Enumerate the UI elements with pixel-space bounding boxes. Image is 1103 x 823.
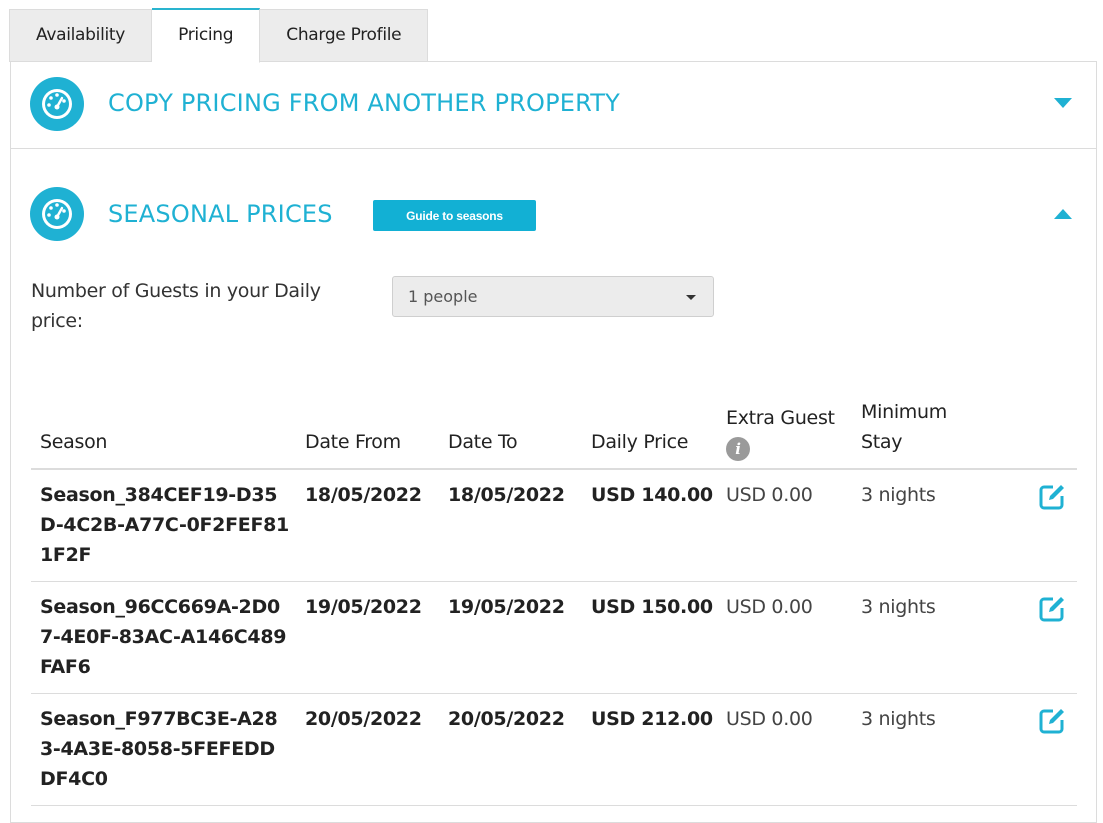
edit-icon[interactable] — [1037, 594, 1067, 624]
season-name: Season_96CC669A-2D07-4E0F-83AC-A146C489F… — [40, 596, 287, 678]
minimum-stay: 3 nights — [861, 708, 936, 730]
date-to: 18/05/2022 — [448, 484, 565, 506]
tab-availability[interactable]: Availability — [9, 9, 153, 62]
daily-price: USD 140.00 — [591, 484, 713, 506]
table-row: Season_384CEF19-D35D-4C2B-A77C-0F2FEF811… — [31, 470, 1077, 582]
pricing-panel: COPY PRICING FROM ANOTHER PROPERTY SEASO… — [10, 61, 1097, 823]
header-minimum-stay: Minimum Stay — [861, 401, 947, 453]
header-extra-guest-label: Extra Guest — [726, 407, 835, 429]
minimum-stay: 3 nights — [861, 596, 936, 618]
date-to: 19/05/2022 — [448, 596, 565, 618]
guests-select-value: 1 people — [408, 287, 478, 306]
minimum-stay: 3 nights — [861, 484, 936, 506]
header-date-to: Date To — [448, 431, 518, 453]
table-row: Season_F977BC3E-A283-4A3E-8058-5FEFEDDDF… — [31, 694, 1077, 806]
daily-price: USD 212.00 — [591, 708, 713, 730]
edit-icon[interactable] — [1037, 706, 1067, 736]
speedometer-icon — [30, 187, 84, 241]
header-date-from: Date From — [305, 431, 401, 453]
extra-guest-price: USD 0.00 — [726, 708, 813, 730]
header-daily-price: Daily Price — [591, 431, 689, 453]
tab-charge-profile[interactable]: Charge Profile — [260, 9, 429, 62]
header-extra-guest: Extra Guest i — [726, 403, 835, 463]
edit-icon[interactable] — [1037, 482, 1067, 512]
daily-price: USD 150.00 — [591, 596, 713, 618]
tab-bar: Availability Pricing Charge Profile — [9, 8, 429, 63]
date-from: 18/05/2022 — [305, 484, 422, 506]
copy-pricing-title: COPY PRICING FROM ANOTHER PROPERTY — [108, 89, 620, 117]
extra-guest-price: USD 0.00 — [726, 596, 813, 618]
table-row: Season_96CC669A-2D07-4E0F-83AC-A146C489F… — [31, 582, 1077, 694]
copy-pricing-header[interactable]: COPY PRICING FROM ANOTHER PROPERTY — [11, 62, 1096, 148]
date-from: 19/05/2022 — [305, 596, 422, 618]
guests-select[interactable]: 1 people — [392, 276, 714, 317]
season-name: Season_384CEF19-D35D-4C2B-A77C-0F2FEF811… — [40, 484, 289, 566]
guide-to-seasons-button[interactable]: Guide to seasons — [373, 200, 536, 231]
chevron-down-icon[interactable] — [1054, 98, 1072, 108]
date-to: 20/05/2022 — [448, 708, 565, 730]
chevron-up-icon[interactable] — [1054, 209, 1072, 219]
speedometer-icon — [30, 77, 84, 131]
tab-pricing[interactable]: Pricing — [152, 8, 261, 63]
date-from: 20/05/2022 — [305, 708, 422, 730]
seasonal-prices-title: SEASONAL PRICES — [108, 200, 333, 228]
extra-guest-price: USD 0.00 — [726, 484, 813, 506]
caret-down-icon — [686, 295, 696, 300]
info-icon[interactable]: i — [726, 437, 750, 461]
seasonal-prices-header[interactable]: SEASONAL PRICES — [11, 149, 1096, 249]
guests-label: Number of Guests in your Daily price: — [31, 280, 321, 332]
header-season: Season — [40, 431, 108, 453]
season-name: Season_F977BC3E-A283-4A3E-8058-5FEFEDDDF… — [40, 708, 278, 790]
